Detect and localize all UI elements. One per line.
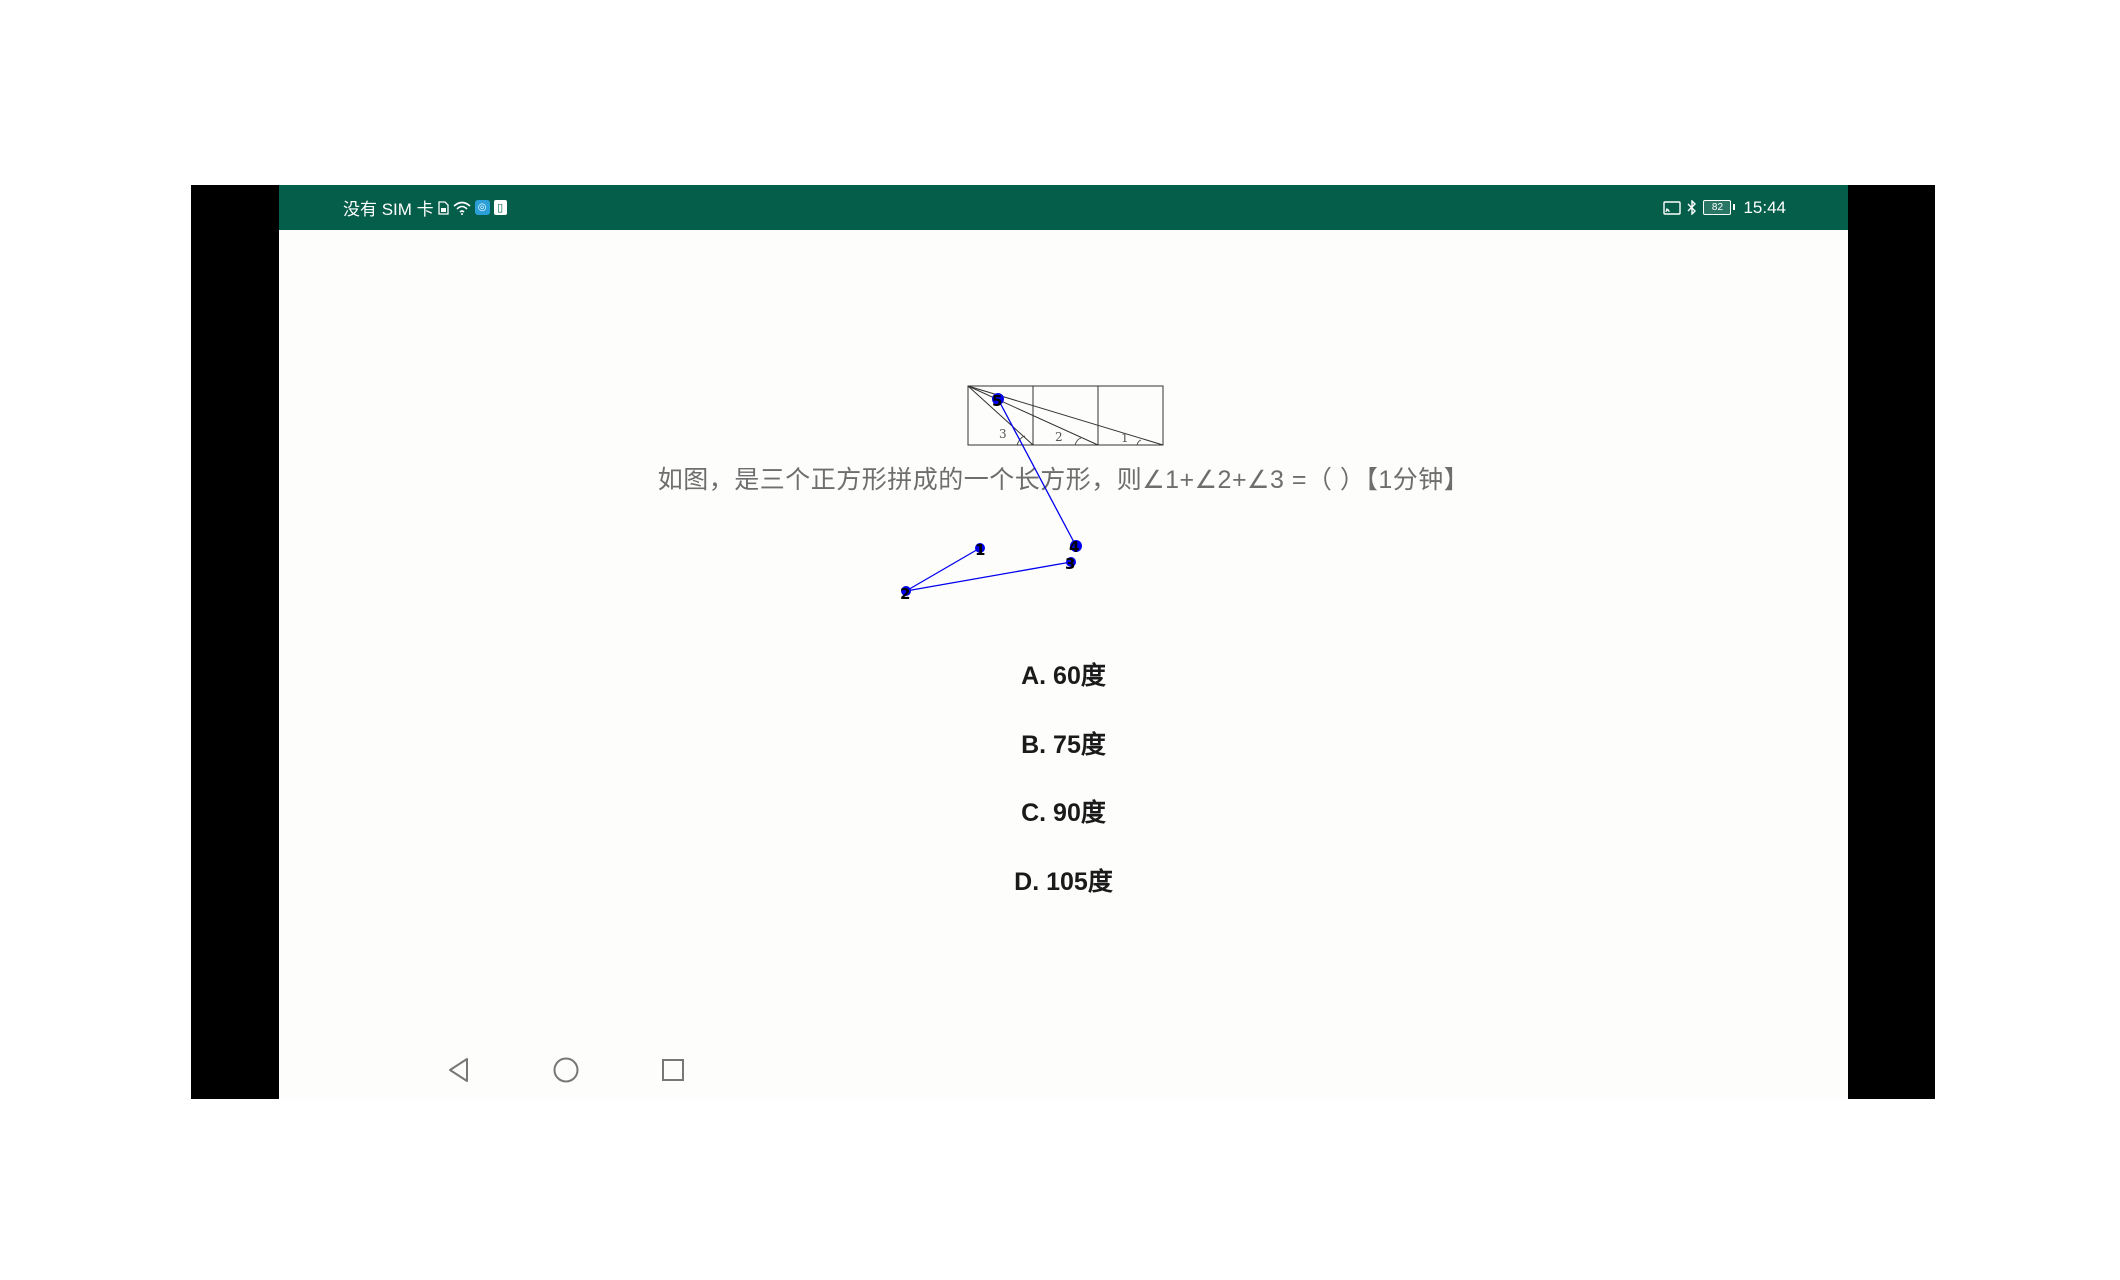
recents-icon <box>662 1059 684 1081</box>
angle-label-2: 2 <box>1055 430 1063 444</box>
angle-arc-2 <box>1074 437 1082 446</box>
stage: 没有 SIM 卡 ◎ ▯ 82 15:44 3 2 1 如图，是三个正方形拼成的… <box>0 0 2120 1280</box>
carrier-text: 没有 SIM 卡 <box>343 200 434 219</box>
status-left: 没有 SIM 卡 ◎ ▯ <box>343 185 507 230</box>
trace-line-2-3 <box>905 561 1072 592</box>
sim-icon <box>438 200 449 215</box>
home-icon <box>553 1057 579 1083</box>
touch-trace-overlay: 5 4 3 1 2 <box>900 392 1082 603</box>
geometry-figure: 3 2 1 <box>967 385 1164 446</box>
angle-label-1: 1 <box>1121 431 1129 445</box>
option-d[interactable]: D. 105度 <box>279 862 1848 898</box>
touch-label-2: 2 <box>900 585 910 603</box>
navigation-bar <box>279 1045 1848 1095</box>
touch-point-4 <box>1070 540 1082 552</box>
home-button[interactable] <box>541 1045 591 1095</box>
touch-label-3: 3 <box>1065 555 1075 573</box>
trace-line-1-2 <box>905 547 981 592</box>
touch-label-1: 1 <box>975 541 985 559</box>
question-text: 如图，是三个正方形拼成的一个长方形，则∠1+∠2+∠3 =（ ）【1分钟】 <box>657 466 1470 494</box>
option-b[interactable]: B. 75度 <box>279 725 1848 761</box>
touch-label-4: 4 <box>1069 538 1079 556</box>
angle-arc-3 <box>1016 435 1026 446</box>
angle-arc-1 <box>1136 439 1142 446</box>
back-icon <box>449 1058 468 1082</box>
back-button[interactable] <box>434 1045 484 1095</box>
recents-button[interactable] <box>648 1045 698 1095</box>
phone-screen: 没有 SIM 卡 ◎ ▯ 82 15:44 3 2 1 如图，是三个正方形拼成的… <box>279 185 1848 1099</box>
bluetooth-icon <box>1687 200 1697 215</box>
app-notification-icon: ◎ <box>474 200 490 215</box>
touch-point-2 <box>901 586 911 596</box>
diagonal-1 <box>967 385 1164 446</box>
option-a[interactable]: A. 60度 <box>279 656 1848 692</box>
option-c[interactable]: C. 90度 <box>279 793 1848 829</box>
wifi-icon <box>453 201 471 215</box>
touch-point-3 <box>1066 557 1076 567</box>
battery-icon: 82 <box>1703 200 1736 215</box>
cast-icon <box>1663 200 1682 215</box>
status-bar: 没有 SIM 卡 ◎ ▯ 82 15:44 <box>279 185 1848 230</box>
angle-label-3: 3 <box>999 427 1007 441</box>
touch-point-1 <box>975 543 985 553</box>
message-notification-icon: ▯ <box>493 200 507 215</box>
clock-text: 15:44 <box>1743 197 1786 217</box>
status-right: 82 15:44 <box>1663 185 1786 230</box>
